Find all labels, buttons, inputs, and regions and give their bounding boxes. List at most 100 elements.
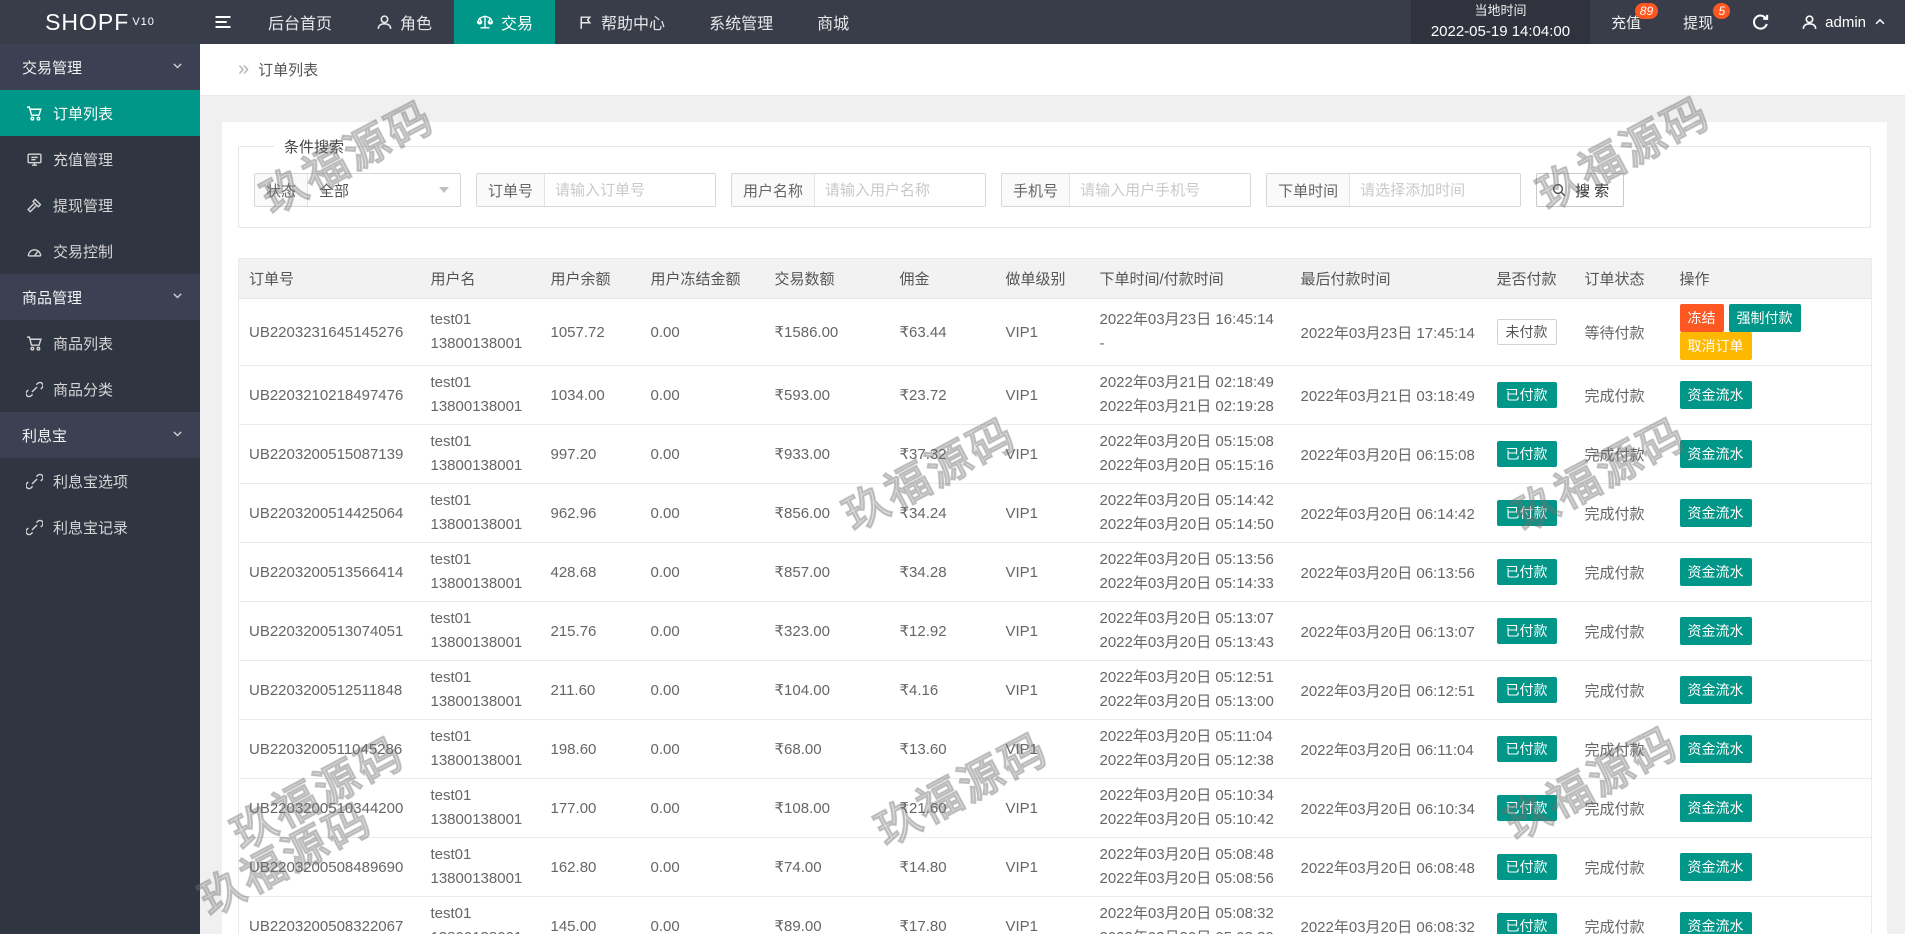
column-header: 最后付款时间: [1291, 259, 1487, 299]
column-header: 操作: [1670, 259, 1872, 299]
order-time-group: 下单时间: [1266, 173, 1521, 207]
nav-item-交易[interactable]: 交易: [454, 0, 555, 44]
nav-item-角色[interactable]: 角色: [354, 0, 454, 44]
nav-item-商城[interactable]: 商城: [795, 0, 871, 44]
link-icon: [26, 473, 43, 490]
actions-cell: 冻结强制付款取消订单: [1670, 299, 1872, 366]
breadcrumb: » 订单列表: [200, 44, 1905, 96]
sidebar-item-订单列表[interactable]: 订单列表: [0, 90, 200, 136]
column-header: 订单号: [239, 259, 421, 299]
action-button-冻结[interactable]: 冻结: [1680, 304, 1724, 332]
paid-status-badge: 已付款: [1497, 795, 1557, 821]
sidebar-item-利息宝记录[interactable]: 利息宝记录: [0, 504, 200, 550]
status-group: 状态 全部: [254, 173, 461, 207]
column-header: 交易数额: [765, 259, 890, 299]
frozen-cell: 0.00: [641, 602, 765, 661]
sidebar-toggle-button[interactable]: [200, 0, 246, 44]
action-button-资金流水[interactable]: 资金流水: [1680, 676, 1752, 704]
paid-cell: 已付款: [1487, 602, 1575, 661]
nav-item-后台首页[interactable]: 后台首页: [246, 0, 354, 44]
action-button-取消订单[interactable]: 取消订单: [1680, 332, 1752, 360]
sidebar-section-利息宝[interactable]: 利息宝: [0, 412, 200, 458]
balance-cell: 198.60: [541, 720, 641, 779]
sidebar-item-利息宝选项[interactable]: 利息宝选项: [0, 458, 200, 504]
level-cell: VIP1: [996, 484, 1090, 543]
level-cell: VIP1: [996, 779, 1090, 838]
status-select[interactable]: 全部: [308, 174, 460, 206]
flag-icon: [577, 14, 594, 31]
commission-cell: ₹34.28: [890, 543, 996, 602]
user-menu[interactable]: admin: [1787, 0, 1905, 44]
last-pay-time-cell: 2022年03月20日 06:08:48: [1291, 838, 1487, 897]
level-cell: VIP1: [996, 838, 1090, 897]
order-status-cell: 等待付款: [1575, 299, 1670, 366]
nav-items: 后台首页 角色交易帮助中心系统管理商城: [246, 0, 871, 44]
sidebar-item-充值管理[interactable]: 充值管理: [0, 136, 200, 182]
action-button-资金流水[interactable]: 资金流水: [1680, 558, 1752, 586]
order-no-group: 订单号: [476, 173, 716, 207]
column-header: 做单级别: [996, 259, 1090, 299]
level-cell: VIP1: [996, 720, 1090, 779]
main-area: » 订单列表 条件搜索 状态 全部: [200, 44, 1905, 934]
chevron-down-icon: [171, 427, 184, 440]
sidebar-item-label: 利息宝记录: [53, 517, 128, 538]
search-button[interactable]: 搜 索: [1536, 173, 1624, 207]
actions-cell: 资金流水: [1670, 720, 1872, 779]
order-no-cell: UB2203200511045286: [239, 720, 421, 779]
action-button-资金流水[interactable]: 资金流水: [1680, 381, 1752, 409]
action-button-强制付款[interactable]: 强制付款: [1729, 304, 1801, 332]
commission-cell: ₹12.92: [890, 602, 996, 661]
page-title: 订单列表: [258, 59, 318, 80]
nav-item-label: 角色: [400, 10, 432, 34]
refresh-button[interactable]: [1734, 0, 1787, 44]
column-header: 用户余额: [541, 259, 641, 299]
recharge-nav-button[interactable]: 充值 89: [1590, 0, 1662, 44]
action-button-资金流水[interactable]: 资金流水: [1680, 912, 1752, 934]
user-icon: [376, 14, 393, 31]
actions-cell: 资金流水: [1670, 425, 1872, 484]
order-no-cell: UB2203200508489690: [239, 838, 421, 897]
balance-cell: 962.96: [541, 484, 641, 543]
sidebar-item-交易控制[interactable]: 交易控制: [0, 228, 200, 274]
action-button-资金流水[interactable]: 资金流水: [1680, 617, 1752, 645]
nav-item-帮助中心[interactable]: 帮助中心: [555, 0, 687, 44]
top-navbar: SHOPFV10 后台首页角色交易帮助中心系统管理商城 当地时间 2022-05…: [0, 0, 1905, 44]
user-cell: test0113800138001: [421, 484, 541, 543]
action-button-资金流水[interactable]: 资金流水: [1680, 794, 1752, 822]
level-cell: VIP1: [996, 897, 1090, 934]
commission-cell: ₹63.44: [890, 299, 996, 366]
user-cell: test0113800138001: [421, 661, 541, 720]
order-no-input[interactable]: [545, 174, 715, 206]
actions-cell: 资金流水: [1670, 661, 1872, 720]
order-no-cell: UB2203200514425064: [239, 484, 421, 543]
nav-item-系统管理[interactable]: 系统管理: [687, 0, 795, 44]
action-button-资金流水[interactable]: 资金流水: [1680, 735, 1752, 763]
order-time-cell: 2022年03月20日 05:10:342022年03月20日 05:10:42: [1090, 779, 1291, 838]
order-no-cell: UB2203200513074051: [239, 602, 421, 661]
withdraw-nav-button[interactable]: 提现 5: [1662, 0, 1734, 44]
actions-cell: 资金流水: [1670, 838, 1872, 897]
sidebar-section-交易管理[interactable]: 交易管理: [0, 44, 200, 90]
frozen-cell: 0.00: [641, 425, 765, 484]
sidebar-item-商品列表[interactable]: 商品列表: [0, 320, 200, 366]
hamburger-icon: [213, 12, 233, 32]
order-time-input[interactable]: [1350, 174, 1520, 206]
column-header: 佣金: [890, 259, 996, 299]
commission-cell: ₹4.16: [890, 661, 996, 720]
action-button-资金流水[interactable]: 资金流水: [1680, 499, 1752, 527]
action-button-资金流水[interactable]: 资金流水: [1680, 853, 1752, 881]
order-no-cell: UB2203200512511848: [239, 661, 421, 720]
sidebar-item-商品分类[interactable]: 商品分类: [0, 366, 200, 412]
hammer-icon: [26, 197, 43, 214]
sidebar-item-label: 商品列表: [53, 333, 113, 354]
sidebar-section-商品管理[interactable]: 商品管理: [0, 274, 200, 320]
table-row: UB2203200512511848test0113800138001211.6…: [239, 661, 1872, 720]
level-cell: VIP1: [996, 602, 1090, 661]
sidebar-item-label: 利息宝选项: [53, 471, 128, 492]
username-input[interactable]: [815, 174, 985, 206]
cart-icon: [26, 335, 43, 352]
phone-input[interactable]: [1070, 174, 1250, 206]
sidebar-item-提现管理[interactable]: 提现管理: [0, 182, 200, 228]
action-button-资金流水[interactable]: 资金流水: [1680, 440, 1752, 468]
user-cell: test0113800138001: [421, 299, 541, 366]
